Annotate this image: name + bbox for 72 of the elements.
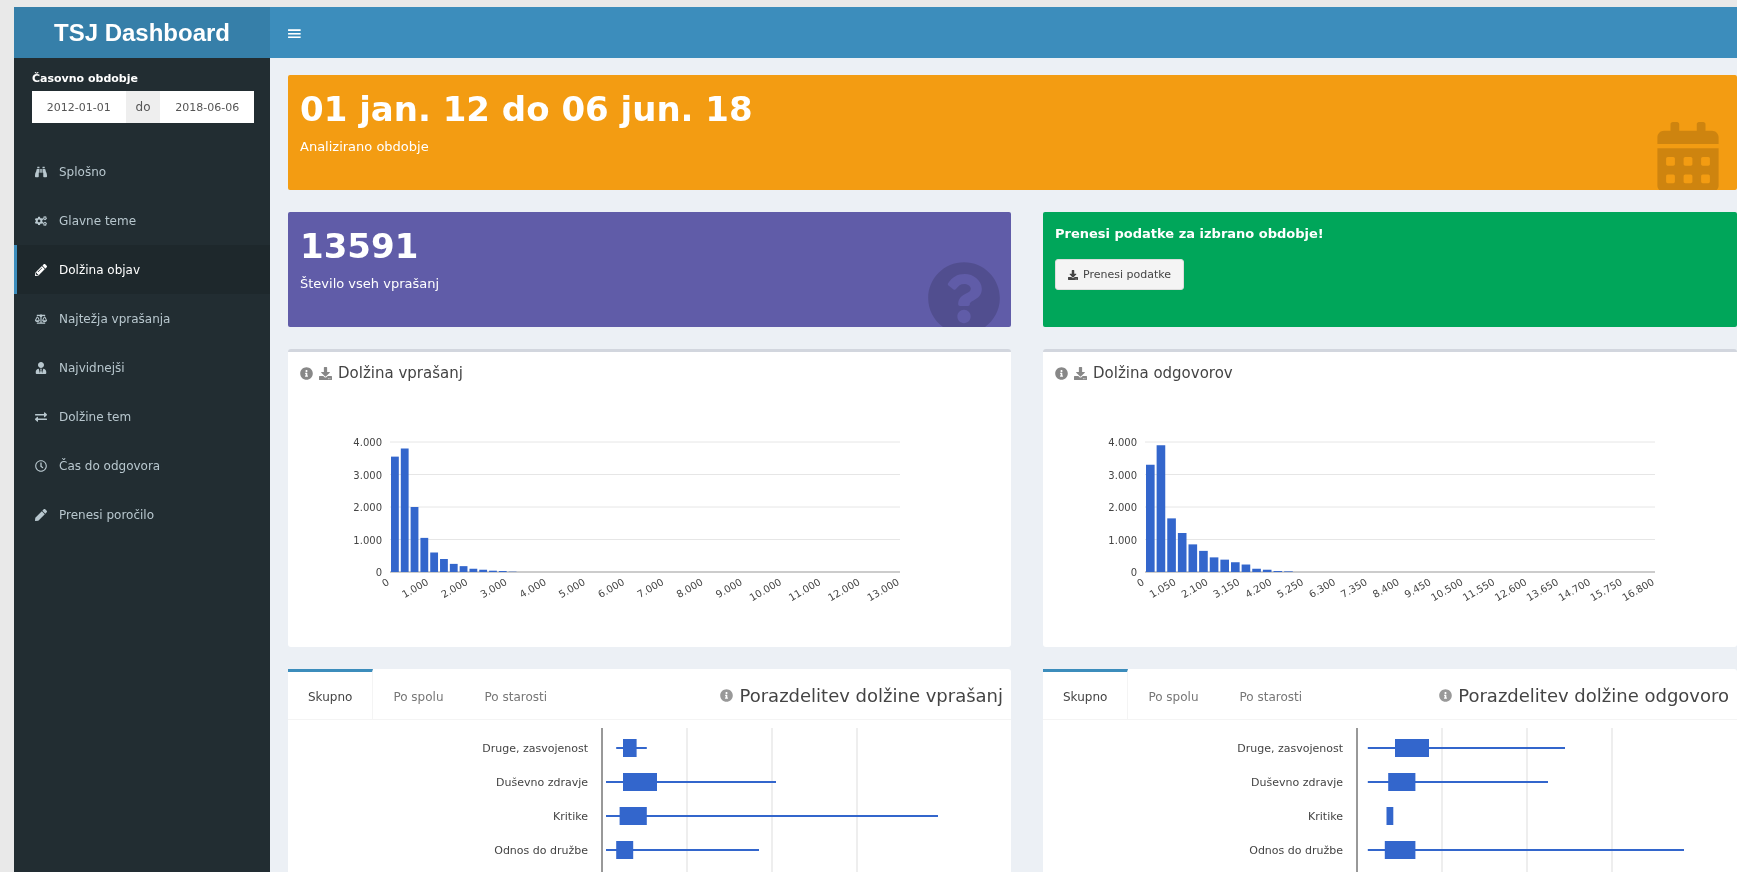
axis-label: 2.000 xyxy=(353,502,382,513)
category-label: Odnos do družbe xyxy=(1249,844,1343,857)
category-label: Duševno zdravje xyxy=(1251,776,1343,789)
histogram-bar xyxy=(1188,544,1198,572)
distribution-title: Porazdelitev dolžine vprašanj xyxy=(739,685,1003,706)
menu-toggle[interactable]: ≡ xyxy=(286,20,303,45)
count-value: 13591 xyxy=(300,226,420,266)
date-field[interactable]: 2018-06-06 xyxy=(160,91,254,123)
category-label: Odnos do družbe xyxy=(494,844,588,857)
sidebar-item[interactable]: Glavne teme xyxy=(14,196,270,245)
tab[interactable]: Skupno xyxy=(288,669,374,719)
download-icon[interactable] xyxy=(319,366,332,380)
info-icon[interactable] xyxy=(1055,366,1068,380)
histogram-bar xyxy=(1231,562,1240,572)
person-icon xyxy=(35,361,47,374)
sidebar-item[interactable]: Splošno xyxy=(14,147,270,196)
download-icon xyxy=(1068,269,1078,280)
binoculars-icon xyxy=(35,165,47,178)
period-label: Časovno obdobje xyxy=(32,72,138,85)
period-caption: Analizirano obdobje xyxy=(300,139,430,154)
tab[interactable]: Po starosti xyxy=(1219,669,1324,719)
pen-icon xyxy=(35,508,47,521)
axis-label: 4.000 xyxy=(353,437,382,448)
date-separator: do xyxy=(125,91,161,123)
app-title: TSJ Dashboard xyxy=(14,7,270,58)
download-button[interactable]: Prenesi podatke xyxy=(1055,259,1184,290)
axis-label: 3.000 xyxy=(1108,469,1137,481)
distribution-title: Porazdelitev dolžine odgovoro xyxy=(1458,685,1729,706)
sidebar-item[interactable]: Dolžine tem xyxy=(14,392,270,441)
chart-title: Dolžina odgovorov xyxy=(1093,364,1233,382)
box-plot-mark xyxy=(615,739,648,757)
histogram-bar xyxy=(1177,533,1187,572)
info-icon[interactable] xyxy=(300,366,313,380)
axis-label: 0 xyxy=(1135,576,1146,589)
arrows-icon xyxy=(35,410,47,423)
axis-label: 0 xyxy=(380,576,391,589)
count-caption: Število vseh vprašanj xyxy=(300,276,441,291)
axis-label: 0 xyxy=(375,567,382,578)
sidebar-item[interactable]: Čas do odgovora xyxy=(14,441,270,490)
period-value: 01 jan. 12 do 06 jun. 18 xyxy=(300,89,754,129)
chart-title: Dolžina vprašanj xyxy=(338,364,463,382)
pencil-icon xyxy=(35,263,47,276)
box-plot-mark xyxy=(1386,807,1394,825)
sidebar-item[interactable]: Najvidnejši xyxy=(14,343,270,392)
clock-icon xyxy=(35,459,47,472)
question-icon xyxy=(927,261,1001,327)
category-label: Kritike xyxy=(1308,810,1343,823)
download-text: Prenesi podatke za izbrano obdobje! xyxy=(1055,226,1325,241)
category-label: Kritike xyxy=(553,810,588,823)
tab[interactable]: Po starosti xyxy=(464,669,569,719)
histogram-bar xyxy=(1220,559,1229,572)
sidebar-item[interactable]: Prenesi poročilo xyxy=(14,490,270,539)
axis-label: 4.000 xyxy=(1108,437,1137,448)
sidebar-item[interactable]: Najtežja vprašanja xyxy=(14,294,270,343)
tab[interactable]: Po spolu xyxy=(1128,669,1220,719)
axis-label: 0 xyxy=(1130,567,1137,578)
scale-icon xyxy=(35,312,47,325)
axis-label: 3.000 xyxy=(353,469,382,481)
category-label: Druge, zasvojenost xyxy=(482,742,588,755)
category-label: Duševno zdravje xyxy=(496,776,588,789)
tab[interactable]: Skupno xyxy=(1043,669,1129,719)
date-field[interactable]: 2012-01-01 xyxy=(32,91,126,123)
info-icon[interactable] xyxy=(1439,689,1453,702)
sidebar-item[interactable]: Dolžina objav xyxy=(14,245,270,294)
info-icon[interactable] xyxy=(720,689,734,702)
axis-label: 1.000 xyxy=(353,534,382,546)
axis-label: 2.000 xyxy=(1108,502,1137,513)
axis-label: 1.000 xyxy=(1108,534,1137,546)
category-label: Druge, zasvojenost xyxy=(1237,742,1343,755)
download-icon[interactable] xyxy=(1074,366,1087,380)
tab[interactable]: Po spolu xyxy=(373,669,465,719)
gears-icon xyxy=(35,214,47,227)
